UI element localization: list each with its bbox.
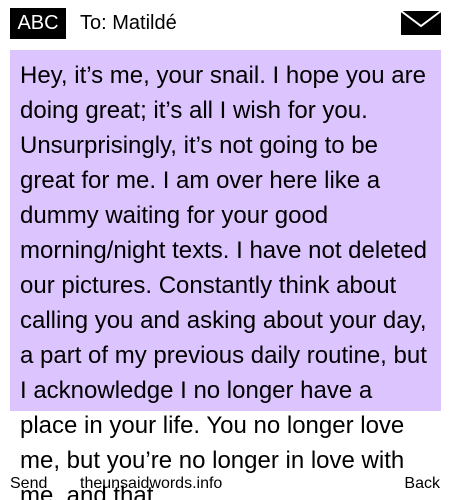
message-body[interactable]: Hey, it’s me, your snail. I hope you are… xyxy=(20,58,432,500)
recipient-label: To: Matildé xyxy=(80,12,177,34)
softkey-bar: Send theunsaidwords.info Back xyxy=(0,474,450,498)
back-softkey[interactable]: Back xyxy=(404,474,440,494)
site-label: theunsaidwords.info xyxy=(80,475,223,492)
message-screen: ABC To: Matildé Hey, it’s me, your snail… xyxy=(0,0,450,500)
envelope-icon[interactable] xyxy=(400,10,442,36)
send-softkey[interactable]: Send xyxy=(10,474,47,494)
input-mode-badge[interactable]: ABC xyxy=(10,8,66,39)
message-header: ABC To: Matildé xyxy=(0,0,450,46)
